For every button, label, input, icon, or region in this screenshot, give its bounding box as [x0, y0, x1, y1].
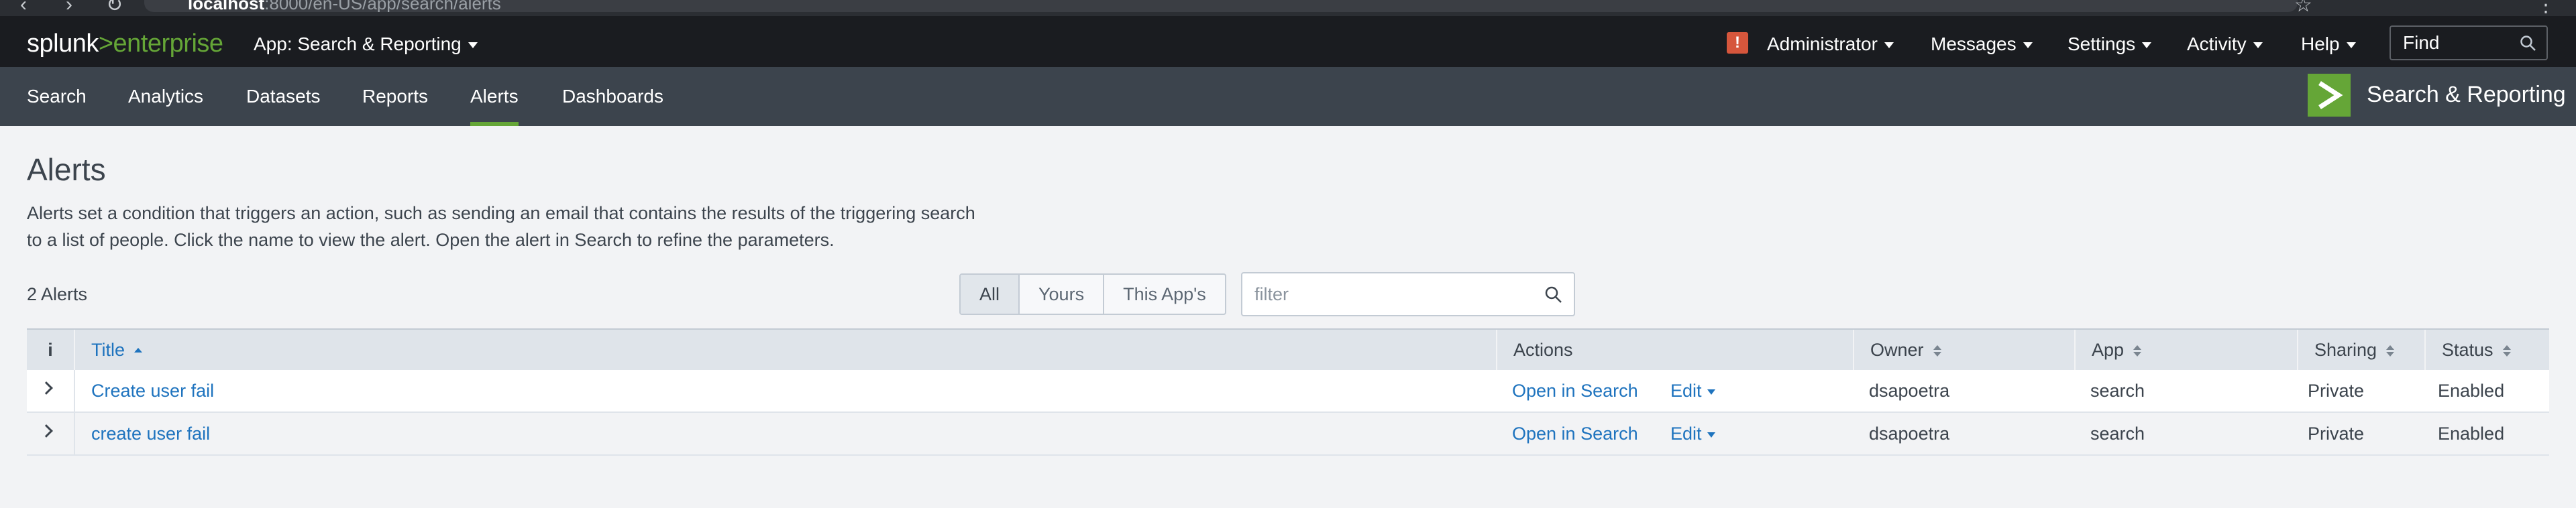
app-menu[interactable]: App: Search & Reporting: [254, 34, 478, 55]
filter-box: [1241, 272, 1575, 316]
app-menu-label: App: Search & Reporting: [254, 34, 462, 54]
column-label: Sharing: [2314, 340, 2377, 360]
app-logo-icon: [2308, 74, 2351, 117]
nav-analytics[interactable]: Analytics: [128, 86, 203, 107]
menu-label: Activity: [2187, 34, 2247, 54]
search-icon[interactable]: [1544, 285, 1563, 304]
owner-cell: dsapoetra: [1869, 424, 1950, 444]
reload-icon[interactable]: ↻: [106, 0, 123, 17]
chevron-down-icon: [1884, 42, 1894, 49]
expand-row-icon[interactable]: [40, 381, 53, 395]
menu-activity[interactable]: Activity: [2187, 34, 2263, 55]
menu-administrator[interactable]: Administrator: [1767, 34, 1894, 55]
menu-label: Administrator: [1767, 34, 1878, 54]
menu-messages[interactable]: Messages: [1931, 34, 2033, 55]
owner-cell: dsapoetra: [1869, 381, 1950, 401]
chevron-down-icon: [468, 42, 478, 49]
filter-yours-button[interactable]: Yours: [1018, 275, 1103, 314]
column-divider: [74, 413, 75, 454]
menu-help[interactable]: Help: [2301, 34, 2356, 55]
menu-label: Settings: [2068, 34, 2136, 54]
chevron-down-icon: [1707, 389, 1715, 395]
menu-label: Messages: [1931, 34, 2017, 54]
sharing-cell: Private: [2308, 381, 2365, 401]
alert-title-link[interactable]: Create user fail: [91, 370, 214, 411]
sort-ascending-icon: [134, 345, 143, 357]
app-cell: search: [2090, 381, 2145, 401]
column-label: Owner: [1870, 340, 1924, 360]
edit-label: Edit: [1670, 424, 1702, 444]
menu-settings[interactable]: Settings: [2068, 34, 2152, 55]
filter-input[interactable]: [1242, 273, 1538, 315]
column-label: Title: [91, 340, 125, 360]
column-header-title[interactable]: Title: [74, 330, 1523, 370]
app-title: Search & Reporting: [2367, 82, 2566, 107]
sort-icon: [2386, 344, 2395, 357]
table-header: i Title Actions Owner App Sharing Status: [27, 328, 2549, 370]
url-host: localhost: [188, 0, 265, 12]
splunk-top-bar: splunk>enterprise App: Search & Reportin…: [0, 16, 2576, 67]
alert-title-link[interactable]: create user fail: [91, 413, 210, 454]
open-in-search-link[interactable]: Open in Search: [1512, 370, 1638, 411]
app-cell: search: [2090, 424, 2145, 444]
column-label: App: [2092, 340, 2125, 360]
chevron-down-icon: [1707, 432, 1715, 438]
logo-product: enterprise: [113, 29, 223, 58]
find-box: [2390, 25, 2548, 60]
column-header-status[interactable]: Status: [2424, 330, 2549, 370]
browser-toolbar: ‹ › ↻ localhost:8000/en-US/app/search/al…: [0, 0, 2576, 16]
nav-dashboards[interactable]: Dashboards: [562, 86, 663, 107]
browser-menu-icon[interactable]: ⋮: [2536, 0, 2556, 17]
column-header-actions: Actions: [1496, 330, 1851, 370]
bookmark-star-icon[interactable]: ☆: [2294, 0, 2312, 17]
info-column-header: i: [48, 340, 53, 360]
column-divider: [74, 370, 75, 411]
column-header-sharing[interactable]: Sharing: [2297, 330, 2424, 370]
logo-separator: >: [98, 29, 113, 58]
search-icon[interactable]: [2520, 35, 2537, 52]
sort-icon: [1933, 344, 1941, 357]
column-label: Status: [2442, 340, 2493, 360]
nav-alerts[interactable]: Alerts: [470, 86, 519, 126]
address-bar[interactable]: localhost:8000/en-US/app/search/alerts: [144, 0, 2298, 12]
alert-badge-icon[interactable]: !: [1727, 32, 1748, 54]
sort-icon: [2502, 344, 2511, 357]
page-title: Alerts: [27, 152, 106, 187]
chevron-down-icon: [2346, 42, 2356, 49]
column-header-app[interactable]: App: [2074, 330, 2297, 370]
logo-brand: splunk: [27, 29, 99, 58]
app-nav-bar: Search Analytics Datasets Reports Alerts…: [0, 67, 2576, 126]
nav-datasets[interactable]: Datasets: [246, 86, 321, 107]
menu-label: Help: [2301, 34, 2340, 54]
nav-reports[interactable]: Reports: [362, 86, 428, 107]
open-in-search-link[interactable]: Open in Search: [1512, 413, 1638, 454]
chevron-down-icon: [2253, 42, 2263, 49]
expand-row-icon[interactable]: [40, 424, 53, 438]
table-row: create user fail Open in Search Edit dsa…: [27, 413, 2549, 456]
url-path: :8000/en-US/app/search/alerts: [264, 0, 501, 12]
filter-all-button[interactable]: All: [961, 275, 1019, 314]
splunk-logo[interactable]: splunk>enterprise: [27, 29, 223, 58]
page-description: Alerts set a condition that triggers an …: [27, 203, 975, 250]
chevron-down-icon: [2023, 42, 2033, 49]
table-row: Create user fail Open in Search Edit dsa…: [27, 370, 2549, 413]
sort-icon: [2133, 344, 2142, 357]
back-icon[interactable]: ‹: [20, 0, 27, 16]
column-header-owner[interactable]: Owner: [1853, 330, 2074, 370]
ownership-filter: All Yours This App's: [959, 273, 1226, 315]
edit-menu[interactable]: Edit: [1670, 370, 1715, 411]
chevron-down-icon: [2142, 42, 2152, 49]
edit-label: Edit: [1670, 381, 1702, 401]
filter-this-app-button[interactable]: This App's: [1103, 275, 1225, 314]
find-input[interactable]: [2391, 27, 2518, 59]
nav-search[interactable]: Search: [27, 86, 87, 107]
edit-menu[interactable]: Edit: [1670, 413, 1715, 454]
alert-count: 2 Alerts: [27, 284, 88, 304]
sharing-cell: Private: [2308, 424, 2365, 444]
forward-icon[interactable]: ›: [66, 0, 72, 16]
status-cell: Enabled: [2438, 424, 2505, 444]
status-cell: Enabled: [2438, 381, 2505, 401]
